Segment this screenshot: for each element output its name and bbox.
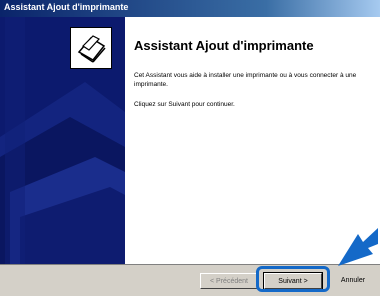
pointer-arrow-icon xyxy=(338,228,378,266)
wizard-heading: Assistant Ajout d'imprimante xyxy=(134,38,314,53)
wizard-sidebar xyxy=(0,17,125,264)
printer-icon xyxy=(70,27,112,69)
back-button[interactable]: < Précédent xyxy=(200,273,258,289)
wizard-description: Cet Assistant vous aide à installer une … xyxy=(134,72,357,88)
wizard-instruction: Cliquez sur Suivant pour continuer. xyxy=(134,101,235,108)
cancel-button[interactable]: Annuler xyxy=(330,273,376,289)
title-bar: Assistant Ajout d'imprimante xyxy=(0,0,380,17)
next-button-highlight xyxy=(256,266,330,292)
window-title: Assistant Ajout d'imprimante xyxy=(4,2,129,12)
